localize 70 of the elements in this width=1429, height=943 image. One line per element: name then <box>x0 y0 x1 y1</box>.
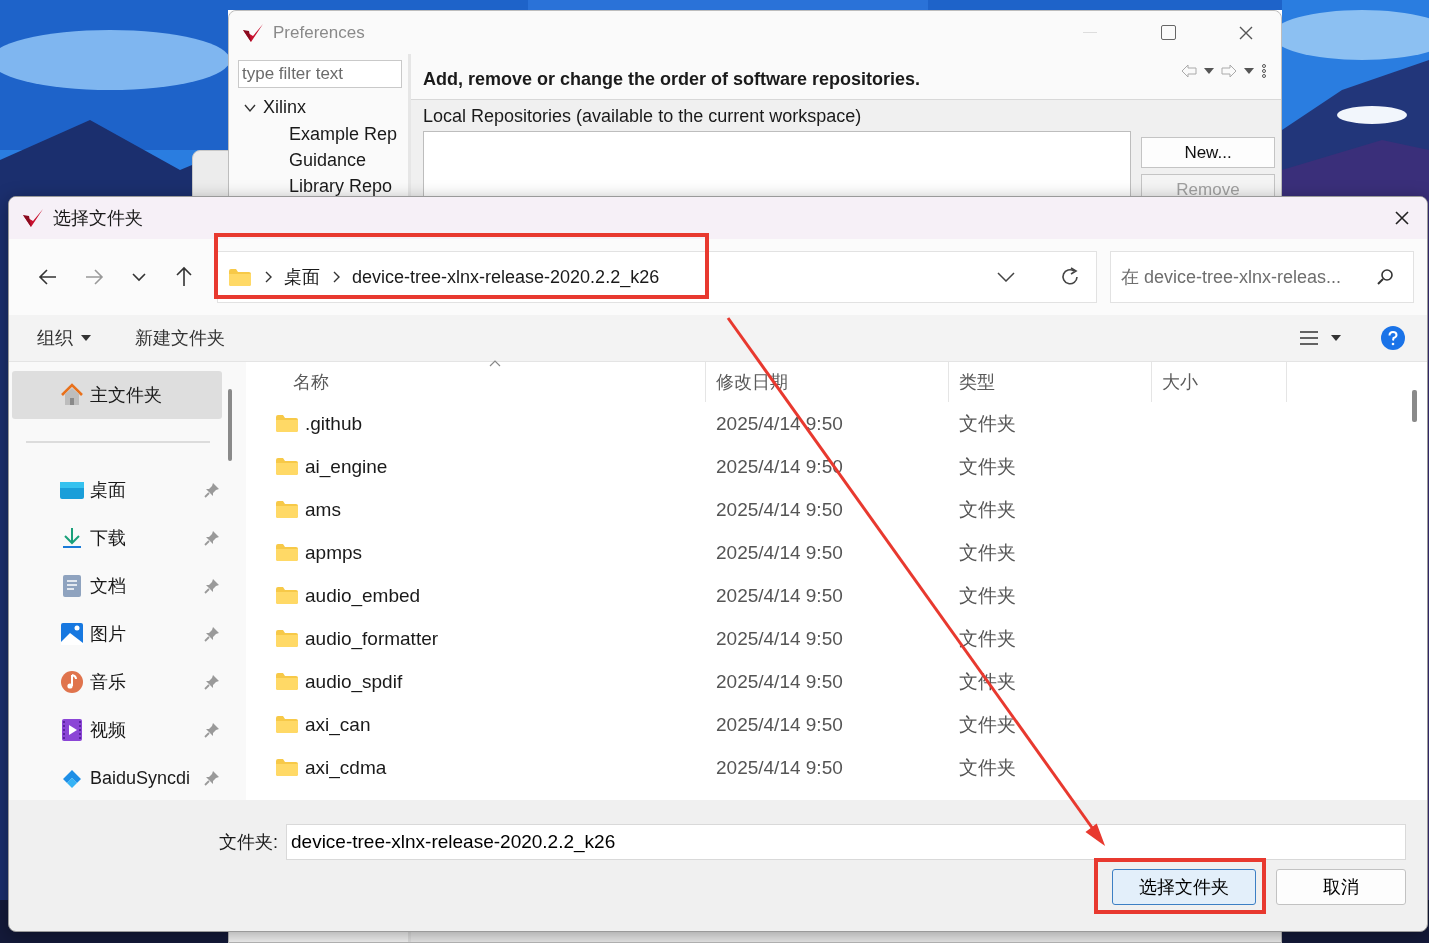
folder-icon <box>275 586 299 605</box>
table-cell-text: 2025/4/14 9:50 <box>715 584 844 607</box>
scrollbar-thumb[interactable] <box>228 389 232 461</box>
table-cell-text: 2025/4/14 9:50 <box>715 713 844 736</box>
table-cell-text: 2025/4/14 9:50 <box>715 627 844 650</box>
file-name[interactable]: audio_embed <box>305 584 421 607</box>
address-bar[interactable]: 桌面 device-tree-xlnx-release-2020.2.2_k26 <box>217 251 1097 303</box>
column-header[interactable]: 大小 <box>1152 362 1287 402</box>
table-cell-text: 文件夹 <box>958 411 1017 436</box>
file-name[interactable]: apmps <box>305 541 363 564</box>
file-name[interactable]: .github <box>305 412 363 435</box>
folder-name-field[interactable]: device-tree-xlnx-release-2020.2.2_k26 <box>286 824 1406 860</box>
folder-icon <box>275 414 299 433</box>
file-name[interactable]: axi_can <box>305 713 371 736</box>
window-title: Preferences <box>273 22 365 43</box>
table-cell-text: 2025/4/14 9:50 <box>715 541 844 564</box>
column-header[interactable]: 类型 <box>949 362 1152 402</box>
table-cell-text: 2025/4/14 9:50 <box>715 498 844 521</box>
chevron-down-icon[interactable] <box>997 272 1015 282</box>
section-label: Local Repositories (available to the current workspace) <box>423 105 863 128</box>
list-view-icon[interactable] <box>1299 330 1319 346</box>
table-cell-text: 2025/4/14 9:50 <box>715 756 844 779</box>
folder-icon <box>275 543 299 562</box>
table-cell-text: 文件夹 <box>958 497 1017 522</box>
tree-item[interactable]: Xilinx <box>238 94 399 121</box>
forward-arrow-icon[interactable] <box>1221 64 1237 78</box>
help-icon[interactable] <box>1381 326 1405 350</box>
sort-caret-icon <box>489 360 501 367</box>
button[interactable]: 取消 <box>1276 869 1406 905</box>
file-name[interactable]: ai_engine <box>305 455 388 478</box>
tree-item[interactable]: Library Repo <box>238 173 399 199</box>
chevron-right-icon <box>264 271 272 283</box>
table-cell-text: 文件夹 <box>958 540 1017 565</box>
field-label: 文件夹: <box>219 831 278 854</box>
tree-item[interactable]: Guidance <box>238 147 399 173</box>
file-name[interactable]: audio_spdif <box>305 670 403 693</box>
folder-icon <box>275 500 299 519</box>
folder-icon <box>275 457 299 476</box>
folder-icon <box>228 267 252 287</box>
search-icon[interactable] <box>1376 268 1394 286</box>
table-cell-text: 文件夹 <box>958 712 1017 737</box>
close-icon <box>1393 209 1411 227</box>
folder-icon <box>275 672 299 691</box>
page-heading: Add, remove or change the order of software repositories. <box>423 68 921 90</box>
breadcrumb[interactable]: device-tree-xlnx-release-2020.2.2_k26 <box>352 266 660 288</box>
file-name[interactable]: audio_formatter <box>305 627 439 650</box>
button[interactable]: 选择文件夹 <box>1112 869 1256 905</box>
table-cell-text: 文件夹 <box>958 454 1017 479</box>
folder-icon <box>275 758 299 777</box>
filter-field[interactable]: type filter text <box>238 60 402 88</box>
table-cell-text: 文件夹 <box>958 583 1017 608</box>
caret-icon[interactable] <box>1331 335 1341 341</box>
button[interactable]: New... <box>1141 137 1275 168</box>
table-cell-text: 2025/4/14 9:50 <box>715 412 844 435</box>
search-field[interactable]: 在 device-tree-xlnx-releas... <box>1110 251 1414 303</box>
file-name[interactable]: axi_cdma <box>305 756 387 779</box>
tree-item[interactable]: Example Rep <box>238 121 399 147</box>
folder-icon <box>275 715 299 734</box>
column-header[interactable]: 名称 <box>246 362 706 402</box>
breadcrumb[interactable]: 桌面 <box>284 265 320 289</box>
dropdown-icon[interactable] <box>1243 67 1255 75</box>
refresh-icon[interactable] <box>1059 266 1081 288</box>
file-name[interactable]: ams <box>305 498 341 521</box>
folder-icon <box>275 629 299 648</box>
chevron-right-icon <box>332 271 340 283</box>
more-icon[interactable] <box>1261 64 1267 78</box>
table-cell-text: 文件夹 <box>958 755 1017 780</box>
dropdown-icon[interactable] <box>1203 67 1215 75</box>
table-cell-text: 2025/4/14 9:50 <box>715 670 844 693</box>
scrollbar-thumb[interactable] <box>1411 390 1417 422</box>
